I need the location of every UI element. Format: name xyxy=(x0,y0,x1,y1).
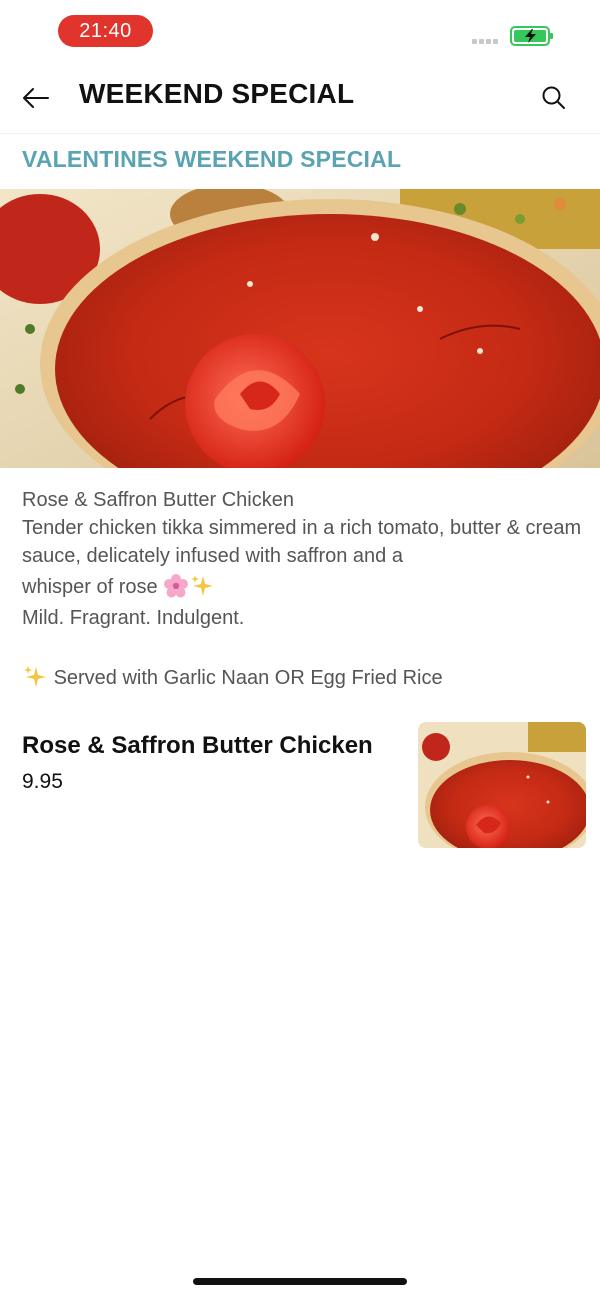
menu-item-thumbnail[interactable] xyxy=(418,722,586,848)
back-button[interactable] xyxy=(16,80,56,116)
description-rose-text: whisper of rose xyxy=(22,576,158,598)
item-description: Rose & Saffron Butter Chicken Tender chi… xyxy=(22,486,582,692)
sparkles-icon xyxy=(24,665,46,687)
description-line-rose: whisper of rose xyxy=(22,570,582,604)
menu-item-row[interactable]: Rose & Saffron Butter Chicken 9.95 xyxy=(0,716,600,856)
arrow-left-icon xyxy=(23,88,49,108)
home-indicator[interactable] xyxy=(193,1278,407,1285)
battery-charging-icon xyxy=(510,26,553,46)
description-title: Rose & Saffron Butter Chicken xyxy=(22,489,294,511)
hero-image xyxy=(0,189,600,468)
served-with-text: Served with Garlic Naan OR Egg Fried Ric… xyxy=(53,667,443,689)
description-served-with: Served with Garlic Naan OR Egg Fried Ric… xyxy=(22,664,582,692)
status-time: 21:40 xyxy=(58,15,153,47)
search-icon xyxy=(542,86,565,109)
butter-chicken-photo xyxy=(0,189,600,468)
search-button[interactable] xyxy=(534,80,574,116)
status-bar: 21:40 xyxy=(0,0,600,62)
description-tagline: Mild. Fragrant. Indulgent. xyxy=(22,607,245,629)
cherry-blossom-icon xyxy=(164,573,189,598)
menu-item-price: 9.95 xyxy=(22,770,63,793)
signal-dots-icon xyxy=(472,39,502,45)
description-body: Tender chicken tikka simmered in a rich … xyxy=(22,517,582,567)
category-title: VALENTINES WEEKEND SPECIAL xyxy=(22,146,402,172)
butter-chicken-thumbnail xyxy=(418,722,586,848)
app-header: WEEKEND SPECIAL xyxy=(0,62,600,134)
header-divider xyxy=(0,133,600,134)
menu-item-name: Rose & Saffron Butter Chicken xyxy=(22,732,373,759)
page-title: WEEKEND SPECIAL xyxy=(79,78,355,109)
sparkles-icon xyxy=(191,574,214,596)
